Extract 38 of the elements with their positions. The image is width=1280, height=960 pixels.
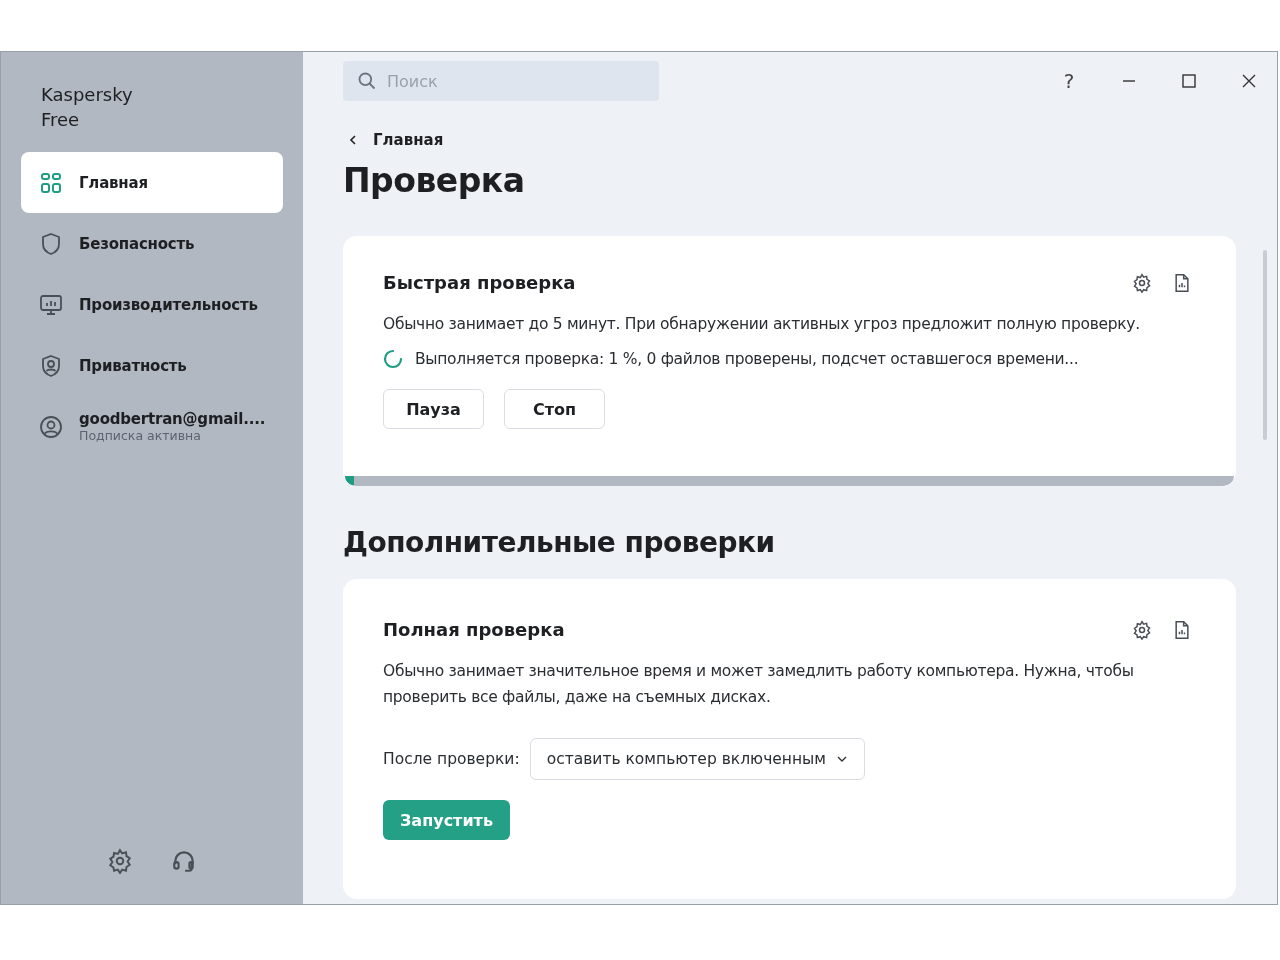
- card-description: Обычно занимает до 5 минут. При обнаружении активных угроз предложит полную проверку.: [383, 314, 1141, 335]
- scrollbar-thumb[interactable]: [1263, 250, 1267, 440]
- report-icon[interactable]: [1172, 619, 1192, 640]
- grid-icon: [39, 170, 63, 195]
- page-title: Проверка: [343, 161, 526, 200]
- shield-icon: [39, 231, 63, 256]
- scan-control-button[interactable]: Стоп: [504, 389, 605, 429]
- card-title: Полная проверка: [383, 619, 565, 640]
- sidebar-item[interactable]: Производительность: [21, 274, 283, 335]
- headset-icon[interactable]: [171, 848, 197, 874]
- shield-user-icon: [39, 353, 63, 378]
- settings-icon[interactable]: [1132, 272, 1152, 293]
- sidebar-item[interactable]: Приватность: [21, 335, 283, 396]
- settings-icon[interactable]: [107, 848, 133, 874]
- report-icon[interactable]: [1172, 272, 1192, 293]
- section-title: Дополнительные проверки: [343, 526, 776, 559]
- chevron-left-icon: [347, 134, 359, 146]
- account-email: goodbertran@gmail....: [79, 410, 266, 428]
- after-scan-dropdown[interactable]: оставить компьютер включенным: [529, 738, 866, 780]
- help-button[interactable]: ?: [1059, 69, 1079, 93]
- sidebar-item[interactable]: Безопасность: [21, 213, 283, 274]
- sidebar-item[interactable]: goodbertran@gmail.... Подписка активна: [21, 396, 283, 457]
- spinner-icon: [383, 349, 403, 369]
- scan-control-button[interactable]: Пауза: [383, 389, 484, 429]
- monitor-icon: [39, 292, 63, 317]
- subscription-status: Подписка активна: [79, 428, 202, 443]
- settings-icon[interactable]: [1132, 619, 1152, 640]
- back-link[interactable]: Главная: [347, 131, 1237, 149]
- search-field[interactable]: Поиск: [343, 61, 659, 101]
- card-description: Обычно занимает значительное время и может замедлить работу компьютера. Нужна, чтобы проверить все файлы, даже на съемных дисках.: [383, 661, 1135, 708]
- user-icon: [39, 414, 63, 439]
- search-icon: [357, 71, 377, 91]
- app-title: Kaspersky Free: [40, 83, 134, 132]
- sidebar-item[interactable]: Главная: [21, 152, 283, 213]
- maximize-icon[interactable]: [1179, 71, 1199, 91]
- card-title: Быстрая проверка: [383, 272, 576, 293]
- scan-status: Выполняется проверка: 1 %, 0 файлов проверены, подсчет оставшегося времени...: [415, 350, 1079, 368]
- after-scan-label: После проверки:: [383, 750, 520, 768]
